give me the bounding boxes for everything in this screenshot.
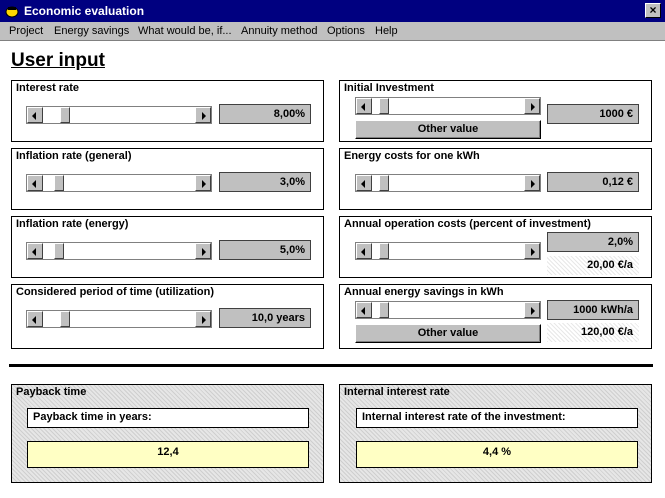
operation-costs-label: Annual operation costs (percent of inves…: [344, 218, 591, 230]
scroll-left-icon[interactable]: [356, 98, 372, 114]
slider-thumb[interactable]: [379, 243, 389, 259]
close-icon[interactable]: ×: [645, 3, 661, 18]
irr-value: 4,4 %: [356, 441, 638, 468]
menu-bar: Project Energy savings What would be, if…: [0, 22, 665, 41]
scroll-left-icon[interactable]: [27, 243, 43, 259]
scroll-left-icon[interactable]: [356, 302, 372, 318]
interest-rate-group: Interest rate 8,00%: [11, 80, 324, 142]
slider-thumb[interactable]: [379, 175, 389, 191]
menu-energy-savings[interactable]: Energy savings: [54, 25, 129, 37]
energy-costs-slider[interactable]: [355, 174, 541, 192]
page-title: User input: [11, 50, 105, 71]
inflation-general-slider[interactable]: [26, 174, 212, 192]
interest-rate-value: 8,00%: [219, 104, 311, 124]
energy-savings-annual: 120,00 €/a: [547, 323, 639, 342]
scroll-left-icon[interactable]: [356, 175, 372, 191]
scroll-left-icon[interactable]: [356, 243, 372, 259]
energy-savings-label: Annual energy savings in kWh: [344, 286, 504, 298]
scroll-right-icon[interactable]: [195, 107, 211, 123]
inflation-energy-value: 5,0%: [219, 240, 311, 260]
menu-project[interactable]: Project: [9, 25, 43, 37]
scroll-right-icon[interactable]: [195, 175, 211, 191]
savings-other-value-button[interactable]: Other value: [355, 324, 541, 343]
scroll-right-icon[interactable]: [195, 243, 211, 259]
operation-costs-slider[interactable]: [355, 242, 541, 260]
slider-thumb[interactable]: [54, 175, 64, 191]
scroll-right-icon[interactable]: [524, 302, 540, 318]
interest-rate-label: Interest rate: [16, 82, 79, 94]
payback-panel-title: Payback time: [16, 386, 87, 398]
initial-investment-slider[interactable]: [355, 97, 541, 115]
menu-what-if[interactable]: What would be, if...: [138, 25, 232, 37]
energy-savings-slider[interactable]: [355, 301, 541, 319]
investment-other-value-button[interactable]: Other value: [355, 120, 541, 139]
slider-thumb[interactable]: [60, 311, 70, 327]
period-label: Considered period of time (utilization): [16, 286, 214, 298]
energy-savings-group: Annual energy savings in kWh Other value…: [339, 284, 652, 349]
inflation-general-label: Inflation rate (general): [16, 150, 132, 162]
inflation-energy-group: Inflation rate (energy) 5,0%: [11, 216, 324, 278]
initial-investment-value: 1000 €: [547, 104, 639, 124]
scroll-right-icon[interactable]: [524, 98, 540, 114]
operation-costs-value: 2,0%: [547, 232, 639, 252]
menu-annuity-method[interactable]: Annuity method: [241, 25, 317, 37]
scroll-right-icon[interactable]: [195, 311, 211, 327]
energy-savings-value: 1000 kWh/a: [547, 300, 639, 320]
title-bar: Economic evaluation ×: [0, 0, 665, 22]
slider-thumb[interactable]: [54, 243, 64, 259]
initial-investment-label: Initial Investment: [344, 82, 434, 94]
energy-costs-group: Energy costs for one kWh 0,12 €: [339, 148, 652, 210]
section-divider: [9, 364, 653, 367]
irr-panel: Internal interest rate Internal interest…: [339, 384, 652, 483]
menu-help[interactable]: Help: [375, 25, 398, 37]
irr-panel-title: Internal interest rate: [344, 386, 450, 398]
energy-costs-label: Energy costs for one kWh: [344, 150, 480, 162]
operation-costs-group: Annual operation costs (percent of inves…: [339, 216, 652, 278]
inflation-energy-slider[interactable]: [26, 242, 212, 260]
payback-caption: Payback time in years:: [27, 408, 309, 428]
menu-options[interactable]: Options: [327, 25, 365, 37]
slider-thumb[interactable]: [60, 107, 70, 123]
inflation-general-value: 3,0%: [219, 172, 311, 192]
scroll-left-icon[interactable]: [27, 311, 43, 327]
irr-caption: Internal interest rate of the investment…: [356, 408, 638, 428]
energy-costs-value: 0,12 €: [547, 172, 639, 192]
payback-panel: Payback time Payback time in years: 12,4: [11, 384, 324, 483]
period-value: 10,0 years: [219, 308, 311, 328]
scroll-left-icon[interactable]: [27, 107, 43, 123]
initial-investment-group: Initial Investment Other value 1000 €: [339, 80, 652, 142]
operation-costs-annual: 20,00 €/a: [547, 256, 639, 275]
slider-thumb[interactable]: [379, 302, 389, 318]
window-title: Economic evaluation: [24, 4, 145, 18]
scroll-right-icon[interactable]: [524, 243, 540, 259]
period-group: Considered period of time (utilization) …: [11, 284, 324, 349]
interest-rate-slider[interactable]: [26, 106, 212, 124]
scroll-left-icon[interactable]: [27, 175, 43, 191]
inflation-general-group: Inflation rate (general) 3,0%: [11, 148, 324, 210]
scroll-right-icon[interactable]: [524, 175, 540, 191]
inflation-energy-label: Inflation rate (energy): [16, 218, 129, 230]
payback-value: 12,4: [27, 441, 309, 468]
period-slider[interactable]: [26, 310, 212, 328]
slider-thumb[interactable]: [379, 98, 389, 114]
app-icon: [5, 6, 19, 18]
